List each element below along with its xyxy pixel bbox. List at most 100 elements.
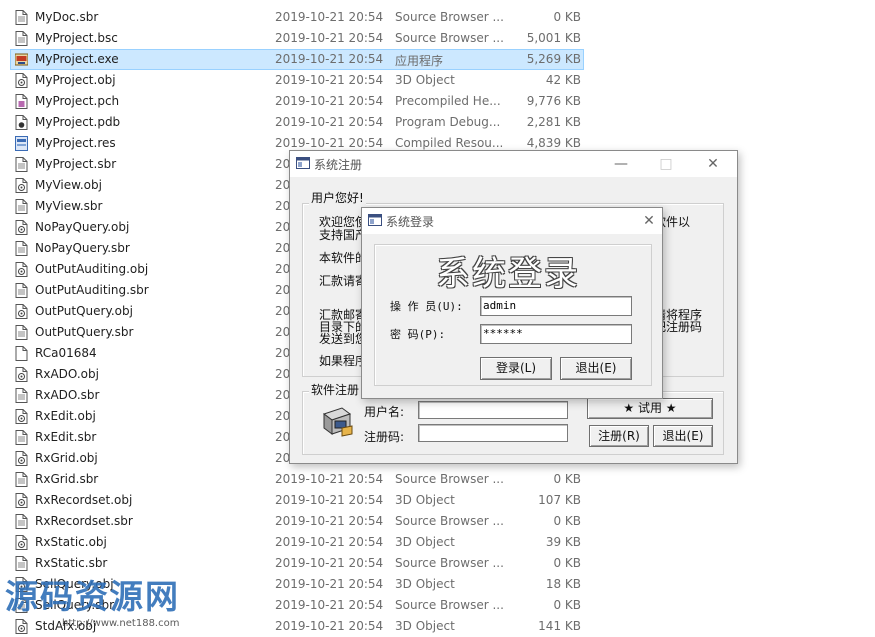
file-type: 3D Object: [395, 73, 455, 87]
file-row[interactable]: MyProject.pdb 2019-10-21 20:54 Program Deb…: [0, 112, 875, 133]
object-icon: [15, 262, 28, 277]
doc-icon: [15, 430, 28, 445]
file-row[interactable]: RxStatic.obj 2019-10-21 20:54 3D Object 39 …: [0, 532, 875, 553]
res-icon: [15, 136, 28, 151]
file-name: MyDoc.sbr: [35, 10, 99, 24]
file-name: RxADO.sbr: [35, 388, 100, 402]
file-date: 2019-10-21 20:54: [275, 535, 384, 549]
object-icon: [15, 619, 28, 634]
minimize-button[interactable]: —: [610, 154, 632, 174]
file-type: Source Browser ...: [395, 598, 503, 612]
file-date: 2019-10-21 20:54: [275, 31, 384, 45]
file-date: 2019-10-21 20:54: [275, 577, 384, 591]
file-type: Source Browser ...: [395, 10, 503, 24]
file-name: MyView.obj: [35, 178, 102, 192]
file-date: 20: [275, 388, 291, 402]
file-name: RxStatic.sbr: [35, 556, 108, 570]
doc-icon: [15, 514, 28, 529]
username-input[interactable]: [418, 401, 568, 419]
doc-icon: [15, 31, 28, 46]
file-date: 20: [275, 430, 291, 444]
file-row[interactable]: MyProject.exe 2019-10-21 20:54 应用程序 5,269 K…: [0, 49, 875, 70]
computer-icon: [322, 407, 353, 437]
file-row[interactable]: RxRecordset.sbr 2019-10-21 20:54 Source Br…: [0, 511, 875, 532]
doc-icon: [15, 157, 28, 172]
close-button[interactable]: ✕: [638, 211, 660, 231]
file-date: 20: [275, 241, 291, 255]
file-size: 0 KB: [553, 514, 581, 528]
password-input[interactable]: ******: [480, 324, 632, 344]
file-name: OutPutQuery.obj: [35, 304, 133, 318]
file-size: 141 KB: [538, 619, 581, 633]
file-date: 2019-10-21 20:54: [275, 619, 384, 633]
object-icon: [15, 304, 28, 319]
object-icon: [15, 220, 28, 235]
file-row[interactable]: RxGrid.sbr 2019-10-21 20:54 Source Browser…: [0, 469, 875, 490]
file-name: MyProject.bsc: [35, 31, 118, 45]
file-size: 9,776 KB: [526, 94, 581, 108]
file-row[interactable]: MyDoc.sbr 2019-10-21 20:54 Source Browser …: [0, 7, 875, 28]
doc-icon: [15, 388, 28, 403]
greeting-line: 汇款请寄: [319, 274, 368, 288]
object-icon: [15, 409, 28, 424]
file-name: NoPayQuery.sbr: [35, 241, 130, 255]
file-name: RxEdit.obj: [35, 409, 96, 423]
file-date: 20: [275, 304, 291, 318]
file-size: 0 KB: [553, 10, 581, 24]
login-titlebar[interactable]: 系统登录 ✕: [362, 208, 662, 234]
file-name: RxRecordset.sbr: [35, 514, 133, 528]
login-button[interactable]: 登录(L): [480, 357, 552, 380]
doc-icon: [15, 241, 28, 256]
doc-icon: [15, 199, 28, 214]
file-date: 2019-10-21 20:54: [275, 94, 384, 108]
file-row[interactable]: MyProject.pch 2019-10-21 20:54 Precompiled…: [0, 91, 875, 112]
app-window-icon: [368, 214, 382, 226]
file-date: 2019-10-21 20:54: [275, 493, 384, 507]
operator-input[interactable]: admin: [480, 296, 632, 316]
login-exit-button[interactable]: 退出(E): [560, 357, 632, 380]
file-size: 0 KB: [553, 556, 581, 570]
file-type: Compiled Resou...: [395, 136, 503, 150]
file-name: OutPutAuditing.sbr: [35, 283, 149, 297]
registration-group-label: 软件注册: [309, 381, 362, 398]
regcode-input[interactable]: [418, 424, 568, 442]
trial-button[interactable]: ★ 试用 ★: [587, 398, 713, 419]
file-name: MyProject.res: [35, 136, 116, 150]
file-type: Source Browser ...: [395, 556, 503, 570]
object-icon: [15, 535, 28, 550]
pdb-icon: [15, 115, 28, 130]
file-date: 20: [275, 409, 291, 423]
file-name: RxStatic.obj: [35, 535, 107, 549]
file-row[interactable]: MyProject.bsc 2019-10-21 20:54 Source Brow…: [0, 28, 875, 49]
file-type: Source Browser ...: [395, 472, 503, 486]
file-row[interactable]: MyProject.obj 2019-10-21 20:54 3D Object 42…: [0, 70, 875, 91]
file-type: Source Browser ...: [395, 514, 503, 528]
login-dialog: 系统登录 ✕ 系统登录 操 作 员(U): admin 密 码(P): ****…: [361, 207, 663, 399]
file-row[interactable]: RxRecordset.obj 2019-10-21 20:54 3D Object…: [0, 490, 875, 511]
file-name: MyView.sbr: [35, 199, 103, 213]
greeting-line: 如果程序: [319, 354, 368, 368]
file-type: Program Debug...: [395, 115, 501, 129]
pch-icon: [15, 94, 28, 109]
file-name: OutPutQuery.sbr: [35, 325, 134, 339]
watermark: 源码资源网: [5, 577, 180, 616]
register-titlebar[interactable]: 系统注册 — □ ✕: [290, 151, 737, 177]
file-name: MyProject.sbr: [35, 157, 117, 171]
file-size: 39 KB: [545, 535, 581, 549]
greeting-group-label: 用户您好!: [309, 189, 366, 206]
close-button[interactable]: ✕: [702, 154, 724, 174]
regcode-label: 注册码:: [364, 430, 405, 444]
login-banner: 系统登录: [436, 254, 580, 294]
maximize-button[interactable]: □: [655, 154, 677, 174]
file-type: 应用程序: [395, 54, 444, 68]
doc-icon: [15, 325, 28, 340]
register-button[interactable]: 注册(R): [589, 425, 649, 447]
blank-file-icon: [15, 346, 28, 361]
greeting-line: 本软件的: [319, 251, 368, 265]
register-exit-button[interactable]: 退出(E): [653, 425, 713, 447]
file-date: 20: [275, 283, 291, 297]
file-size: 5,269 KB: [526, 52, 581, 66]
file-date: 2019-10-21 20:54: [275, 115, 384, 129]
file-name: OutPutAuditing.obj: [35, 262, 149, 276]
file-size: 5,001 KB: [526, 31, 581, 45]
